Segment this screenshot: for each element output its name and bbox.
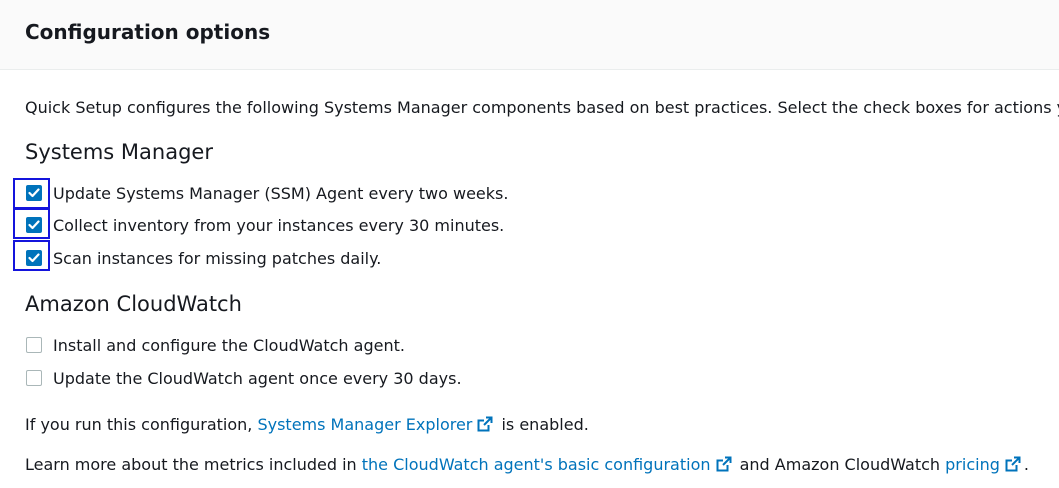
systems-manager-heading: Systems Manager	[25, 140, 213, 164]
external-link-icon[interactable]	[1005, 456, 1021, 472]
ssm-agent-update-checkbox[interactable]	[26, 185, 42, 201]
cloudwatch-heading: Amazon CloudWatch	[25, 292, 242, 316]
install-cloudwatch-agent-option[interactable]: Install and configure the CloudWatch age…	[25, 333, 405, 357]
external-link-icon[interactable]	[716, 456, 732, 472]
check-icon	[28, 220, 40, 230]
install-cloudwatch-agent-label: Install and configure the CloudWatch age…	[53, 335, 405, 355]
learn-more-note: Learn more about the metrics included in…	[25, 455, 1029, 474]
cloudwatch-pricing-link[interactable]: pricing	[945, 455, 1000, 474]
cloudwatch-basic-config-link[interactable]: the CloudWatch agent's basic configurati…	[362, 455, 711, 474]
check-icon	[28, 253, 40, 263]
check-icon	[28, 188, 40, 198]
page-title: Configuration options	[25, 20, 271, 44]
collect-inventory-label: Collect inventory from your instances ev…	[53, 215, 505, 235]
collect-inventory-checkbox[interactable]	[26, 217, 42, 233]
external-link-icon[interactable]	[477, 416, 493, 432]
learn-more-middle: and Amazon CloudWatch	[734, 455, 946, 474]
learn-more-suffix: .	[1023, 455, 1029, 474]
scan-patches-checkbox[interactable]	[26, 250, 42, 266]
collect-inventory-option[interactable]: Collect inventory from your instances ev…	[25, 213, 504, 237]
update-cloudwatch-agent-checkbox[interactable]	[26, 370, 42, 386]
scan-patches-label: Scan instances for missing patches daily…	[53, 248, 382, 268]
ssm-agent-update-option[interactable]: Update Systems Manager (SSM) Agent every…	[25, 181, 508, 205]
ssm-agent-update-label: Update Systems Manager (SSM) Agent every…	[53, 183, 509, 203]
scan-patches-option[interactable]: Scan instances for missing patches daily…	[25, 246, 381, 270]
learn-more-prefix: Learn more about the metrics included in	[25, 455, 362, 474]
update-cloudwatch-agent-option[interactable]: Update the CloudWatch agent once every 3…	[25, 366, 462, 390]
install-cloudwatch-agent-checkbox[interactable]	[26, 337, 42, 353]
explorer-note: If you run this configuration, Systems M…	[25, 415, 589, 434]
explorer-note-suffix: is enabled.	[496, 415, 589, 434]
page-header: Configuration options	[0, 0, 1059, 70]
intro-text: Quick Setup configures the following Sys…	[25, 98, 1059, 117]
explorer-note-prefix: If you run this configuration,	[25, 415, 258, 434]
update-cloudwatch-agent-label: Update the CloudWatch agent once every 3…	[53, 368, 462, 388]
systems-manager-explorer-link[interactable]: Systems Manager Explorer	[257, 415, 472, 434]
